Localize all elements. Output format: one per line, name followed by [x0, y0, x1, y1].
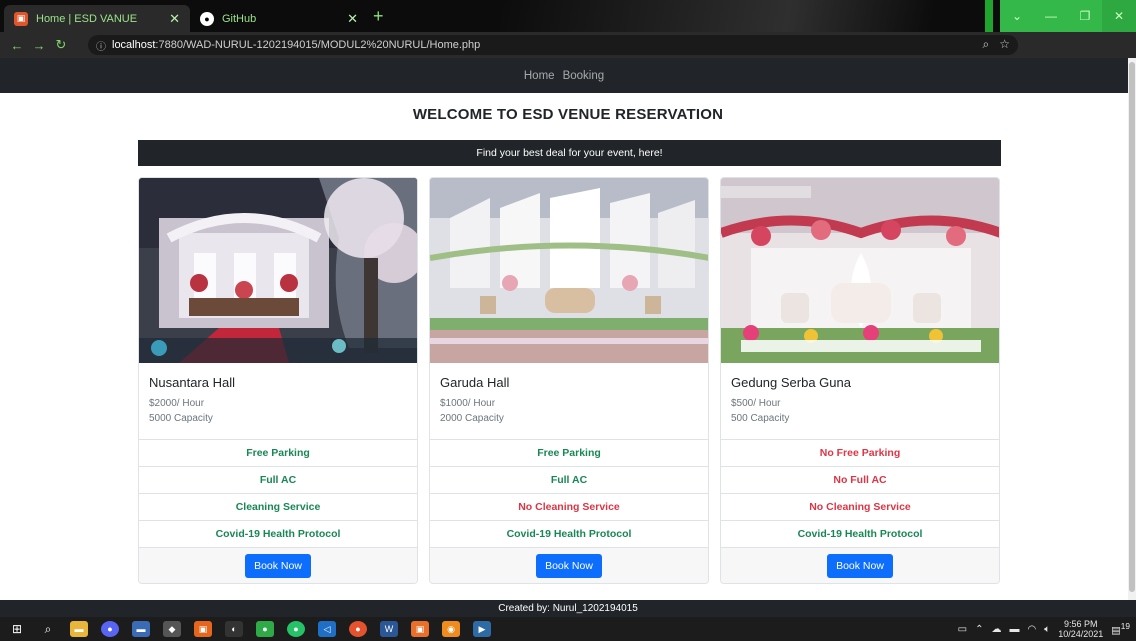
nav-link-home[interactable]: Home [524, 70, 555, 82]
blue-app-icon[interactable]: ▶ [473, 621, 491, 637]
venue-card-garuda: Garuda Hall $1000/ Hour 2000 Capacity Fr… [429, 177, 709, 584]
taskbar-app-icon[interactable]: ▬ [132, 621, 150, 637]
venue-price: $1000/ Hour [440, 398, 496, 409]
feature-cleaning: No Cleaning Service [430, 493, 708, 520]
feature-parking: No Free Parking [721, 439, 999, 466]
xampp-icon[interactable]: ▣ [411, 621, 429, 637]
venue-price: $2000/ Hour [149, 398, 205, 409]
browser-theme-decoration [500, 0, 980, 32]
browser-tab-github[interactable]: ● GitHub ✕ [190, 5, 368, 32]
feature-ac: No Full AC [721, 466, 999, 493]
taskbar-clock[interactable]: 9:56 PM 10/24/2021 [1058, 619, 1103, 639]
tab-title: Home | ESD VANUE [36, 12, 138, 25]
feature-covid-protocol: Covid-19 Health Protocol [430, 520, 708, 547]
browser-tab-esd[interactable]: ▣ Home | ESD VANUE ✕ [4, 5, 190, 32]
card-footer: Book Now [139, 547, 417, 583]
tab-title: GitHub [222, 12, 257, 25]
card-footer: Book Now [721, 547, 999, 583]
venue-name: Garuda Hall [440, 375, 510, 390]
feature-ac: Full AC [139, 466, 417, 493]
keyboard-icon[interactable]: ▭ [958, 624, 967, 635]
office-icon[interactable]: ▣ [194, 621, 212, 637]
venue-capacity: 500 Capacity [731, 413, 790, 424]
show-hidden-icons-icon[interactable]: ⌃ [975, 624, 983, 635]
search-icon[interactable]: ⌕ [39, 621, 57, 637]
browser-tab-bar: ▣ Home | ESD VANUE ✕ ● GitHub ✕ + ⌄ — ❐ … [0, 0, 1136, 32]
browser-toolbar: ← → ↻ ⓘ localhost :7880/WAD-NURUL-120219… [0, 32, 1136, 82]
github-favicon-icon: ● [200, 11, 214, 26]
zoom-icon[interactable]: ⌕ [983, 37, 990, 52]
site-info-icon[interactable]: ⓘ [96, 38, 106, 53]
line-app-icon[interactable]: ● [256, 621, 274, 637]
venue-name: Gedung Serba Guna [731, 375, 851, 390]
site-navbar: Home Booking [0, 58, 1128, 93]
close-tab-icon[interactable]: ✕ [347, 11, 358, 27]
page-title: WELCOME TO ESD VENUE RESERVATION [412, 106, 724, 123]
paint-app-icon[interactable]: ◐ [225, 621, 243, 637]
url-path: :7880/WAD-NURUL-1202194015/MODUL2%20NURU… [155, 39, 481, 51]
address-bar[interactable]: ⓘ localhost :7880/WAD-NURUL-1202194015/M… [88, 35, 1018, 55]
file-explorer-icon[interactable]: ▬ [70, 621, 88, 637]
clock-date: 10/24/2021 [1058, 629, 1104, 639]
notification-count: 19 [1120, 621, 1130, 632]
venue-name: Nusantara Hall [149, 375, 235, 390]
feature-cleaning: Cleaning Service [139, 493, 417, 520]
close-window-icon[interactable]: ✕ [1102, 0, 1136, 32]
nav-link-booking[interactable]: Booking [563, 70, 605, 82]
cloud-icon[interactable]: ☁ [992, 624, 1002, 635]
window-controls: ⌄ — ❐ ✕ [1000, 0, 1136, 32]
discord-icon[interactable]: ● [101, 621, 119, 637]
notification-icon[interactable]: ▤19 [1111, 621, 1130, 636]
clock-time: 9:56 PM [1063, 619, 1098, 629]
chrome-icon[interactable]: ● [349, 621, 367, 637]
venue-price: $500/ Hour [731, 398, 781, 409]
browser-theme-accent [985, 0, 993, 32]
back-icon[interactable]: ← [6, 38, 28, 53]
esd-favicon-icon: ▣ [14, 11, 28, 26]
vscode-icon[interactable]: ◁ [318, 621, 336, 637]
page-scrollbar[interactable] [1128, 58, 1136, 600]
scrollbar-thumb[interactable] [1129, 62, 1135, 592]
orange-app-icon[interactable]: ◉ [442, 621, 460, 637]
book-now-button[interactable]: Book Now [245, 553, 311, 578]
forward-icon[interactable]: → [28, 38, 50, 53]
book-now-button[interactable]: Book Now [536, 553, 602, 578]
battery-icon[interactable]: ▬ [1010, 624, 1020, 635]
feature-parking: Free Parking [430, 439, 708, 466]
tab-search-icon[interactable]: ⌄ [1000, 0, 1034, 32]
venue-photo [139, 178, 417, 363]
url-host: localhost [112, 39, 156, 51]
feature-covid-protocol: Covid-19 Health Protocol [139, 520, 417, 547]
card-footer: Book Now [430, 547, 708, 583]
feature-parking: Free Parking [139, 439, 417, 466]
new-tab-icon[interactable]: + [373, 6, 384, 27]
bookmark-star-icon[interactable]: ☆ [999, 37, 1010, 52]
page-viewport: Home Booking WELCOME TO ESD VENUE RESERV… [0, 58, 1136, 617]
close-tab-icon[interactable]: ✕ [169, 11, 180, 27]
word-icon[interactable]: W [380, 621, 398, 637]
venue-capacity: 5000 Capacity [149, 413, 213, 424]
reload-icon[interactable]: ↻ [50, 37, 72, 53]
feature-ac: Full AC [430, 466, 708, 493]
minimize-icon[interactable]: — [1034, 0, 1068, 32]
wifi-icon[interactable]: ◠ [1028, 624, 1037, 635]
book-now-button[interactable]: Book Now [827, 553, 893, 578]
venue-photo [430, 178, 708, 363]
git-app-icon[interactable]: ◆ [163, 621, 181, 637]
venue-photo [721, 178, 999, 363]
system-tray: ▭ ⌃ ☁ ▬ ◠ 🔈︎ 9:56 PM 10/24/2021 ▤19 [958, 617, 1136, 641]
venue-capacity: 2000 Capacity [440, 413, 504, 424]
windows-taskbar: ⊞ ⌕ ▬ ● ▬ ◆ ▣ ◐ ● ● ◁ ● W ▣ ◉ ▶ ▭ ⌃ ☁ ▬ … [0, 617, 1136, 641]
feature-cleaning: No Cleaning Service [721, 493, 999, 520]
feature-covid-protocol: Covid-19 Health Protocol [721, 520, 999, 547]
restore-icon[interactable]: ❐ [1068, 0, 1102, 32]
whatsapp-icon[interactable]: ● [287, 621, 305, 637]
venue-card-nusantara: Nusantara Hall $2000/ Hour 5000 Capacity… [138, 177, 418, 584]
tagline-banner: Find your best deal for your event, here… [138, 140, 1001, 166]
volume-icon[interactable]: 🔈︎ [1044, 624, 1050, 635]
site-footer: Created by: Nurul_1202194015 [0, 600, 1136, 617]
windows-start-icon[interactable]: ⊞ [8, 621, 26, 637]
venue-card-serba-guna: Gedung Serba Guna $500/ Hour 500 Capacit… [720, 177, 1000, 584]
